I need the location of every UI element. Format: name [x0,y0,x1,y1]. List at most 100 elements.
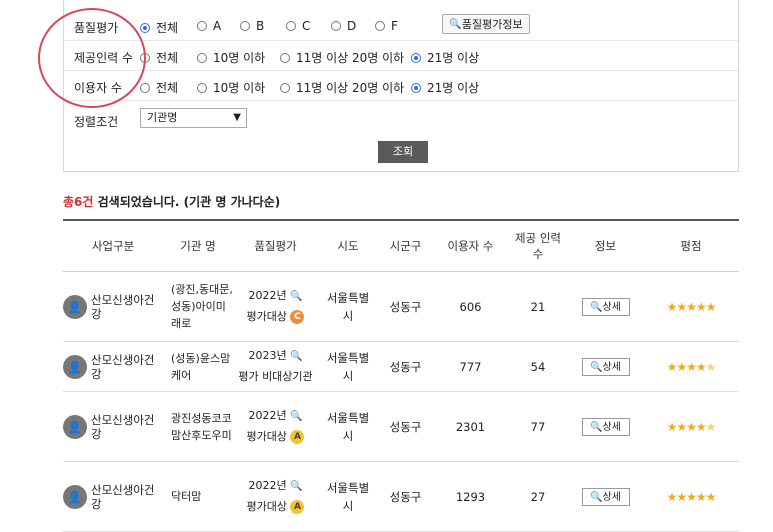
radio-indicator[interactable] [411,82,421,93]
sigungu-cell: 성동구 [378,391,433,462]
users-cell: 1293 [433,461,508,532]
table-header-row: 사업구분 기관 명 품질평가 시도 시군구 이용자 수 제공 인력 수 정보 평… [63,220,739,272]
star-icon: ★ [695,359,707,374]
table-body: 👤 산모신생아건강 (광진,동대문,성동)아이미래로 2022년 🔍 평가대상 C 서울특… [63,271,739,532]
table-row: 👤 산모신생아건강 광진성동코코맘산후도우미 2022년 🔍 평가대상 A 서울특별시 성동… [63,391,739,462]
sigungu-cell: 성동구 [378,341,433,392]
search-icon[interactable]: 🔍 [290,411,302,422]
user-icon: 👤 [63,484,87,509]
search-icon: 🔍 [590,421,603,433]
radio-indicator[interactable] [280,82,290,93]
header-grade: 품질평가 [233,220,318,272]
detail-button[interactable]: 🔍상세 [581,297,630,316]
radio-indicator[interactable] [240,21,250,31]
users-cell: 2301 [433,391,508,462]
radio-indicator[interactable] [197,21,207,31]
star-icon: ★ [666,299,678,314]
detail-button[interactable]: 🔍상세 [581,417,630,436]
radio-indicator[interactable] [411,52,421,63]
radio-grade-c[interactable]: C [286,19,310,33]
sido-cell: 서울특별시 [318,341,378,392]
biz-cell: 👤 산모신생아건강 [63,293,163,321]
radio-indicator[interactable] [375,21,385,31]
rating-cell: ★★★★★ [643,341,739,392]
radio-indicator[interactable] [140,82,150,93]
radio-indicator[interactable] [197,82,207,93]
filter-row-staff: 제공인력 수 전체 10명 이하 11명 이상 20명 이하 21명 이상 [64,42,738,71]
search-icon[interactable]: 🔍 [290,291,302,302]
sigungu-cell: 성동구 [378,461,433,532]
header-sido: 시도 [318,220,378,272]
header-staff: 제공 인력 수 [508,220,568,272]
radio-users-all[interactable]: 전체 [140,79,178,96]
detail-button[interactable]: 🔍상세 [581,357,630,376]
header-users: 이용자 수 [433,220,508,272]
star-icon: ★ [686,419,697,434]
sido-cell: 서울특별시 [318,461,378,532]
grade-badge: A [290,500,305,514]
filter-row-grade: 품질평가 전체 A B C D F 🔍 품질평가정보 [64,12,738,41]
org-name: (광진,동대문,성동)아이미래로 [163,271,233,342]
radio-users-11-20[interactable]: 11명 이상 20명 이하 [280,79,404,96]
radio-users-21[interactable]: 21명 이상 [411,79,479,96]
biz-cell: 👤 산모신생아건강 [63,353,163,381]
search-icon: 🔍 [449,18,462,30]
staff-cell: 54 [508,341,568,392]
org-name: 닥터맘 [163,461,233,532]
star-icon: ★ [686,359,697,374]
results-table: 사업구분 기관 명 품질평가 시도 시군구 이용자 수 제공 인력 수 정보 평… [63,219,739,532]
star-icon: ★ [676,489,687,504]
star-icon: ★ [695,299,707,314]
star-icon: ★ [686,489,697,504]
info-cell: 🔍상세 [568,461,643,532]
radio-indicator[interactable] [140,22,150,33]
radio-indicator[interactable] [197,52,207,63]
grade-cell: 2022년 🔍 평가대상 C [233,271,318,342]
search-button[interactable]: 조회 [378,141,428,163]
radio-indicator[interactable] [280,52,290,63]
detail-button[interactable]: 🔍상세 [581,487,630,506]
info-cell: 🔍상세 [568,271,643,342]
radio-grade-b[interactable]: B [240,19,264,33]
grade-info-button[interactable]: 🔍 품질평가정보 [442,14,530,34]
grade-cell: 2022년 🔍 평가대상 A [233,461,318,532]
header-info: 정보 [568,220,643,272]
users-cell: 606 [433,271,508,342]
header-biz: 사업구분 [63,220,163,272]
radio-grade-d[interactable]: D [331,19,356,33]
search-icon: 🔍 [590,301,603,313]
table-row: 👤 산모신생아건강 (광진,동대문,성동)아이미래로 2022년 🔍 평가대상 C 서울특… [63,271,739,342]
radio-indicator[interactable] [286,21,296,31]
table-row: 👤 산모신생아건강 닥터맘 2022년 🔍 평가대상 A 서울특별시 성동구 1293 27 🔍상… [63,461,739,532]
biz-cell: 👤 산모신생아건강 [63,413,163,441]
radio-grade-f[interactable]: F [375,19,398,33]
radio-grade-all[interactable]: 전체 [140,19,178,36]
radio-staff-21[interactable]: 21명 이상 [411,49,479,66]
grade-cell: 2022년 🔍 평가대상 A [233,391,318,462]
rating-cell: ★★★★★ [643,391,739,462]
radio-grade-a[interactable]: A [197,19,221,33]
star-icon: ★ [705,299,717,314]
info-cell: 🔍상세 [568,391,643,462]
sort-label: 정렬조건 [74,115,119,129]
sort-select[interactable]: 기관명 ▼ [140,108,247,128]
star-icon: ★ [676,359,687,374]
star-icon: ★ [666,419,678,434]
rating-stars: ★★★★★ [666,419,717,434]
star-icon: ★ [666,489,678,504]
staff-cell: 27 [508,461,568,532]
star-icon: ★ [676,299,687,314]
search-icon[interactable]: 🔍 [290,481,302,492]
radio-staff-10[interactable]: 10명 이하 [197,49,265,66]
header-org: 기관 명 [163,220,233,272]
radio-staff-11-20[interactable]: 11명 이상 20명 이하 [280,49,404,66]
radio-users-10[interactable]: 10명 이하 [197,79,265,96]
filter-row-users: 이용자 수 전체 10명 이하 11명 이상 20명 이하 21명 이상 [64,72,738,101]
org-name: 광진성동코코맘산후도우미 [163,391,233,462]
radio-indicator[interactable] [331,21,341,31]
rating-cell: ★★★★★ [643,461,739,532]
star-icon: ★ [676,419,687,434]
info-cell: 🔍상세 [568,341,643,392]
sido-cell: 서울특별시 [318,271,378,342]
search-icon[interactable]: 🔍 [290,351,302,362]
